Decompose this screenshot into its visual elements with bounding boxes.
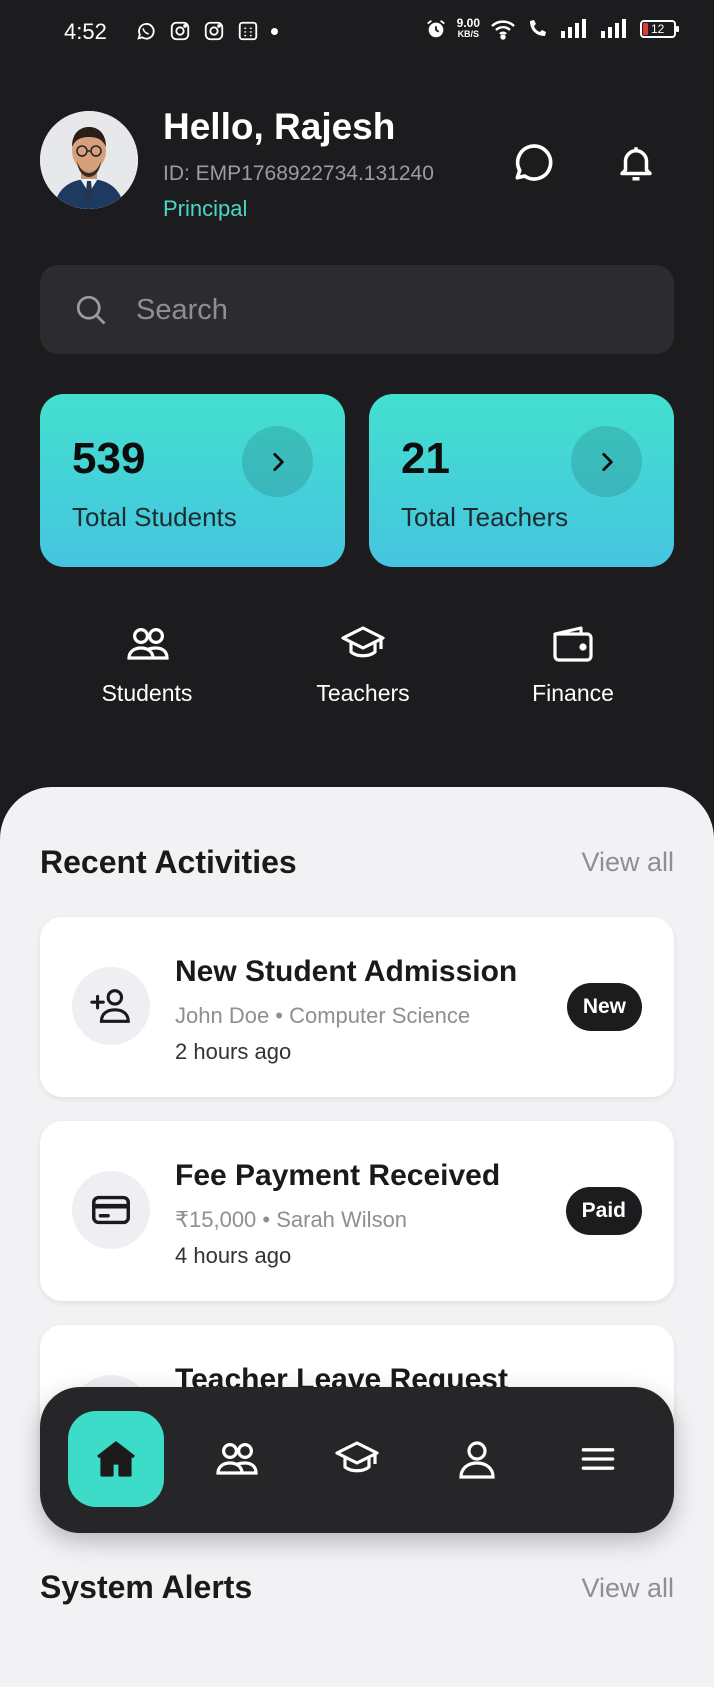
battery-level: 12 [651, 22, 665, 36]
total-students-arrow-button[interactable] [242, 426, 313, 497]
system-icons: 9.00 KB/S 12 [425, 16, 679, 40]
recent-activities-view-all-link[interactable]: View all [581, 847, 674, 878]
signal-icon [561, 19, 586, 38]
nav-teachers[interactable] [309, 1411, 405, 1507]
recent-activities-title: Recent Activities [40, 844, 297, 880]
network-speed-value: 9.00 [456, 16, 480, 30]
chevron-right-icon [272, 452, 284, 471]
notifications-button[interactable] [611, 138, 661, 188]
users-icon [216, 1443, 258, 1475]
nav-profile[interactable] [429, 1411, 525, 1507]
status-badge: Paid [565, 1187, 642, 1235]
employee-id: ID: EMP1768922734.131240 [163, 162, 434, 185]
nav-students[interactable] [188, 1411, 284, 1507]
activity-title: New Student Admission [175, 955, 518, 988]
activity-icon-wrap [72, 1171, 150, 1249]
chat-icon [515, 144, 553, 181]
nav-home[interactable] [68, 1411, 164, 1507]
notification-icons [135, 20, 278, 42]
quick-action-finance-label: Finance [532, 680, 614, 706]
network-speed: 9.00 KB/S [456, 16, 480, 40]
graduation-cap-icon [341, 626, 385, 658]
credit-card-icon [92, 1195, 130, 1225]
user-add-icon [90, 989, 130, 1023]
whatsapp-icon [137, 23, 155, 40]
system-alerts-view-all-link[interactable]: View all [581, 1573, 674, 1604]
quick-action-finance[interactable]: Finance [473, 620, 673, 707]
total-students-card[interactable]: 539 Total Students [40, 394, 345, 567]
total-teachers-value: 21 [401, 434, 450, 483]
avatar[interactable] [40, 111, 138, 209]
quick-action-students-label: Students [101, 680, 193, 706]
bell-icon [620, 147, 652, 181]
role-label: Principal [163, 196, 248, 221]
activity-time: 2 hours ago [175, 1039, 292, 1064]
graduation-cap-icon [335, 1441, 379, 1473]
total-teachers-label: Total Teachers [401, 502, 569, 532]
profile-photo [40, 111, 138, 209]
search-input[interactable] [134, 287, 638, 333]
status-bar: 4:52 9.00 KB/S 12 [0, 0, 714, 66]
greeting-title: Hello, Rajesh [163, 106, 396, 147]
quick-action-teachers[interactable]: Teachers [263, 620, 463, 707]
battery-icon: 12 [640, 20, 679, 38]
quick-action-students[interactable]: Students [47, 620, 247, 707]
search-icon [76, 295, 106, 325]
activity-card[interactable]: Fee Payment Received ₹15,000 • Sarah Wil… [40, 1121, 674, 1301]
instagram-icon [204, 21, 224, 41]
activity-subtitle: John Doe • Computer Science [175, 1003, 471, 1028]
alarm-icon [426, 20, 445, 38]
volte-call-icon [530, 20, 546, 36]
home-icon [97, 1441, 135, 1477]
activity-title: Fee Payment Received [175, 1159, 501, 1192]
wallet-icon [553, 626, 593, 662]
status-time: 4:52 [64, 19, 107, 44]
messages-button[interactable] [507, 138, 557, 188]
signal-icon [601, 19, 626, 38]
activity-subtitle: ₹15,000 • Sarah Wilson [175, 1207, 408, 1232]
more-notifications-dot [271, 27, 278, 35]
total-teachers-arrow-button[interactable] [571, 426, 642, 497]
nav-menu[interactable] [550, 1411, 646, 1507]
total-teachers-card[interactable]: 21 Total Teachers [369, 394, 674, 567]
instagram-icon [170, 21, 190, 41]
content-sheet: Recent Activities View all New Student A… [0, 787, 714, 1687]
bottom-navigation [40, 1387, 674, 1533]
activity-time: 4 hours ago [175, 1243, 292, 1268]
activity-card[interactable]: New Student Admission John Doe • Compute… [40, 917, 674, 1097]
chevron-right-icon [601, 452, 613, 471]
total-students-value: 539 [72, 434, 146, 483]
system-alerts-title: System Alerts [40, 1569, 253, 1605]
profile-icon [459, 1441, 495, 1479]
app-grid-icon [238, 21, 258, 41]
search-bar[interactable] [40, 265, 674, 354]
network-speed-unit: KB/S [457, 29, 480, 39]
menu-icon [581, 1448, 615, 1470]
status-badge: New [566, 983, 642, 1031]
total-students-label: Total Students [72, 502, 237, 532]
wifi-icon [491, 20, 515, 40]
quick-action-teachers-label: Teachers [316, 680, 410, 706]
activity-icon-wrap [72, 967, 150, 1045]
users-icon [127, 628, 169, 660]
